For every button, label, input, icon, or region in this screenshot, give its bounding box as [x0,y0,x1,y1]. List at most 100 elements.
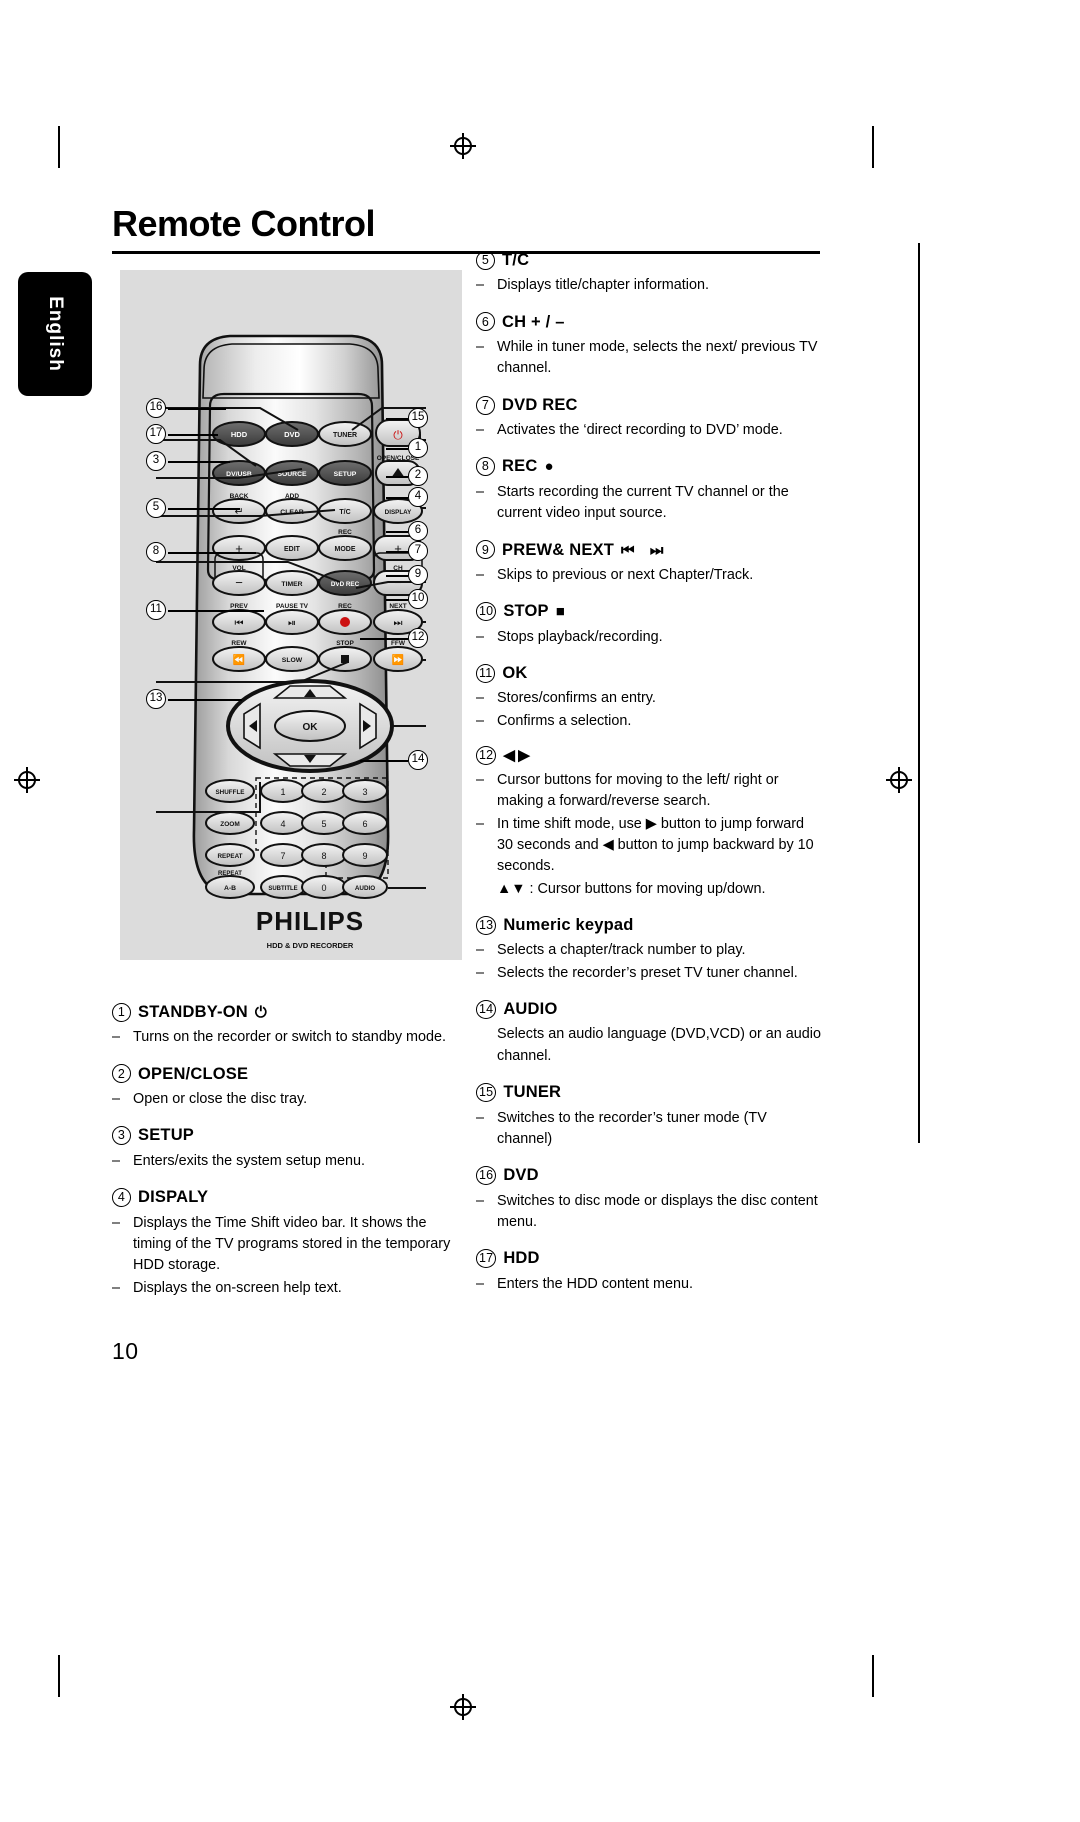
entry-bullet-list: – Stores/confirms an entry. – Confirms a se… [476,688,824,732]
description-entry-4: 4 DISPALY – Displays the Time Shift video b… [112,1185,464,1299]
left-description-column: 1 STANDBY-ON ⏻ – Turns on the recorder or sw… [112,1000,464,1312]
svg-text:TIMER: TIMER [281,581,302,588]
bullet-dash-icon: – [476,339,485,356]
entry-bullet: – Stores/confirms an entry. [476,688,824,709]
callout-lead-right-14 [360,760,408,762]
entry-bullet: – Enters/exits the system setup menu. [112,1151,464,1172]
entry-title: STANDBY-ON [138,1003,248,1021]
svg-text:REC: REC [338,603,352,610]
bullet-dash-icon: – [112,1152,121,1169]
bullet-text: Open or close the disc tray. [133,1091,308,1108]
entry-title: TUNER [503,1083,562,1102]
entry-glyph-icon: ● [544,458,554,476]
entry-bullet: – Switches to the recorder’s tuner mode (… [476,1108,824,1151]
entry-heading: 1 STANDBY-ON ⏻ [112,1000,464,1024]
svg-text:TUNER: TUNER [333,432,357,439]
entry-number: 10 [476,601,497,621]
svg-text:DISPLAY: DISPLAY [385,509,413,516]
entry-title: DVD [503,1166,539,1185]
bullet-dash-icon: – [476,815,485,832]
entry-bullet-list: – Turns on the recorder or switch to stan… [112,1027,464,1048]
svg-text:6: 6 [362,819,367,829]
description-entry-7: 7 DVD REC – Activates the ‘direct recording… [476,393,824,442]
entry-bullet: – Skips to previous or next Chapter/Track… [476,565,824,586]
entry-bullet: – Displays title/chapter information. [476,275,824,296]
description-entry-13: 13 Numeric keypad – Selects a chapter/track… [476,913,824,984]
crop-mark-top-left [58,126,60,168]
bullet-text: Displays title/chapter information. [497,277,709,294]
entry-number: 5 [476,250,495,270]
entry-title: STOP [503,602,549,621]
entry-bullet: – Turns on the recorder or switch to stan… [112,1027,464,1048]
description-entry-2: 2 OPEN/CLOSE – Open or close the disc tray. [112,1062,464,1111]
description-entry-11: 11 OK – Stores/confirms an entry. – Confirms … [476,661,824,732]
callout-lead-right-1 [386,448,408,450]
svg-text:PREV: PREV [230,603,248,610]
entry-bullet: – Confirms a selection. [476,711,824,732]
entry-bullet: – In time shift mode, use ▶ button to jum… [476,814,824,878]
description-entry-15: 15 TUNER – Switches to the recorder’s tuner… [476,1080,824,1150]
bullet-text: Stores/confirms an entry. [497,690,656,707]
entry-title: OPEN/CLOSE [138,1064,249,1083]
edge-rule-right [918,243,920,1143]
registration-mark-bottom [450,1694,476,1720]
svg-text:1: 1 [280,787,285,797]
registration-mark-right [886,767,912,793]
svg-text:REC: REC [338,529,352,536]
page-title: Remote Control [112,203,376,244]
entry-bullet-list: – Activates the ‘direct recording to DVD’… [476,420,824,441]
entry-bullet: – Activates the ‘direct recording to DVD’… [476,420,824,441]
entry-number: 2 [112,1064,131,1084]
callout-5: 5 [146,498,166,518]
entry-title: DISPALY [138,1188,209,1207]
entry-number: 8 [476,457,495,477]
entry-bullet-list: Selects an audio language (DVD,VCD) or a… [476,1024,824,1067]
entry-bullet: ▲▼ : Cursor buttons for moving up/down. [476,879,824,900]
callout-lead-right-10 [386,599,408,601]
svg-text:EDIT: EDIT [284,546,301,553]
entry-title: T/C [502,251,530,269]
entry-bullet-list: – Starts recording the current TV channel… [476,482,824,525]
entry-bullet: – Stops playback/recording. [476,627,824,648]
entry-number: 16 [476,1165,497,1185]
callout-lead-left-16 [168,408,226,410]
entry-bullet-list: – Displays title/chapter information. [476,275,824,296]
entry-number: 6 [476,312,495,332]
callout-17: 17 [146,424,166,444]
callout-10: 10 [408,589,428,609]
bullet-text: Switches to the recorder’s tuner mode (T… [497,1109,767,1147]
bullet-dash-icon: – [476,942,485,959]
svg-text:MODE: MODE [335,546,356,553]
bullet-dash-icon: – [476,277,485,294]
description-entry-10: 10 STOP ■ – Stops playback/recording. [476,599,824,648]
entry-bullet-list: – While in tuner mode, selects the next/ … [476,337,824,380]
description-entry-9: 9 PREW& NEXT ⏮ ⏭ – Skips to previous or next… [476,538,824,587]
entry-bullet-list: – Enters the HDD content menu. [476,1274,824,1295]
brand-subtitle: HDD & DVD RECORDER [267,941,354,950]
svg-text:SETUP: SETUP [334,471,357,478]
svg-text:3: 3 [362,787,367,797]
bullet-dash-icon: – [112,1091,121,1108]
bullet-dash-icon: – [476,1192,485,1209]
entry-bullet: – Open or close the disc tray. [112,1089,464,1110]
bullet-text: Starts recording the current TV channel … [497,483,789,522]
entry-title: CH + / – [502,312,565,331]
bullet-text: Displays the Time Shift video bar. It sh… [133,1214,451,1274]
callout-12: 12 [408,628,428,648]
entry-title: SETUP [138,1126,195,1145]
svg-text:SUBTITLE: SUBTITLE [268,886,297,892]
entry-glyph-icon: ■ [555,603,566,621]
svg-text:9: 9 [362,851,367,861]
entry-number: 7 [476,395,495,415]
entry-heading: 12 ◀ ▶ [476,745,824,767]
callout-16: 16 [146,398,166,418]
entry-heading: 9 PREW& NEXT ⏮ ⏭ [476,538,824,562]
bullet-dash-icon: – [476,422,485,439]
language-tab-label: English [45,296,66,372]
bullet-text: Selects a chapter/track number to play. [497,942,746,959]
callout-lead-right-6 [386,531,408,533]
entry-bullet-list: – Switches to disc mode or displays the d… [476,1191,824,1234]
bullet-text: Selects the recorder’s preset TV tuner c… [497,964,798,981]
entry-bullet: – Starts recording the current TV channel… [476,482,824,525]
svg-text:PAUSE TV: PAUSE TV [276,603,309,610]
